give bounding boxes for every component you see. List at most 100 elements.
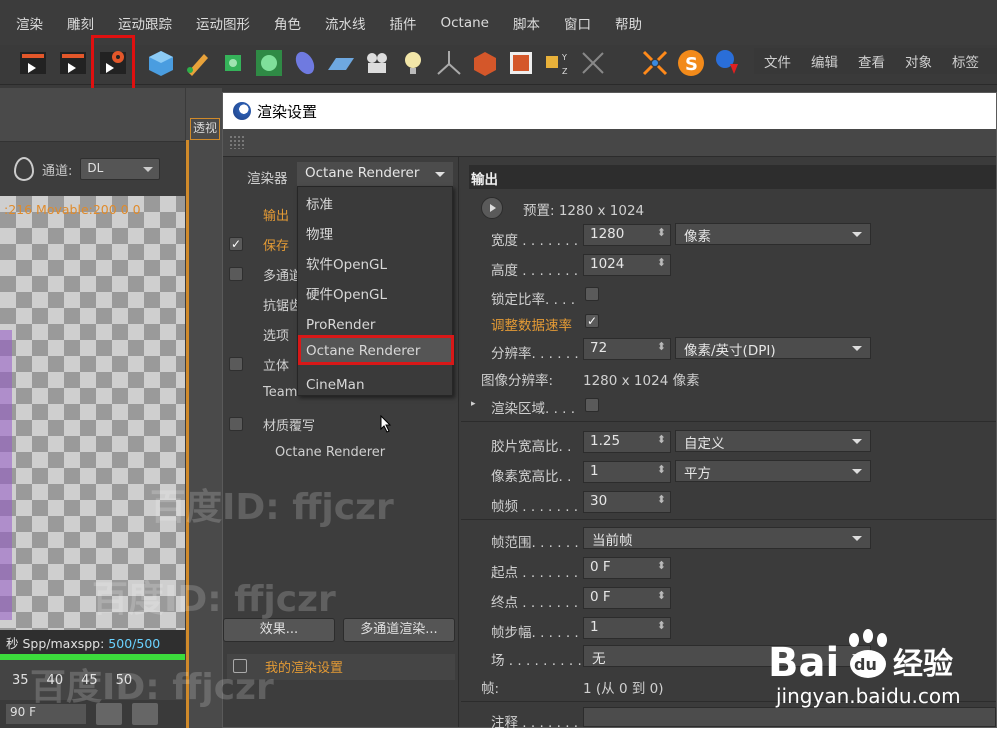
channel-select[interactable]: DL [80,158,161,180]
effects-button[interactable]: 效果... [223,618,335,642]
picture-icon[interactable] [506,48,536,78]
tree-item-octane-renderer[interactable]: Octane Renderer [223,439,457,469]
divider [461,701,996,702]
lock-ratio-checkbox[interactable] [585,287,599,301]
grip-icon[interactable] [229,135,245,149]
frame-step-field[interactable]: 1 [583,617,671,639]
option-physical[interactable]: 物理 [306,221,333,249]
fps-field[interactable]: 30 [583,491,671,513]
dialog-titlebar[interactable]: 渲染设置 [223,93,996,129]
settings-tree-panel: 渲染器 Octane Renderer 输出 ✓ 保存 多通道 抗锯齿 选项 立体… [223,157,459,727]
notes-field[interactable] [583,707,996,727]
checkbox[interactable] [229,267,243,281]
frame-range-label: 帧范围. . . . . . . [491,535,588,551]
render-settings-icon[interactable] [98,48,128,78]
menu-mograph[interactable]: 运动图形 [184,13,262,33]
menu-sculpt[interactable]: 雕刻 [55,13,106,33]
preset-play-icon[interactable] [481,197,503,219]
width-field[interactable]: 1280 [583,224,671,246]
menu-pipeline[interactable]: 流水线 [313,13,378,33]
end-frame-field[interactable]: 90 F [6,704,86,724]
end-field[interactable]: 0 F [583,587,671,609]
output-header: 输出 [469,165,996,189]
menu-edit[interactable]: 编辑 [801,51,848,71]
renderer-select[interactable]: Octane Renderer [297,162,453,186]
menu-character[interactable]: 角色 [262,13,313,33]
axis-icon[interactable]: YZ [542,48,572,78]
adjust-data-rate-checkbox[interactable]: ✓ [585,314,599,328]
marker-icon[interactable] [14,157,34,181]
menu-file[interactable]: 文件 [754,51,801,71]
octane-settings-icon[interactable]: S [676,48,706,78]
divider [461,519,996,520]
expand-arrow-icon[interactable]: ▸ [471,399,476,409]
mouse-cursor-icon [380,415,392,433]
film-aspect-select[interactable]: 自定义 [675,430,871,452]
octane-live-viewer-icon[interactable] [640,48,670,78]
pen-icon[interactable] [182,48,212,78]
field-select[interactable]: 无 [583,645,871,667]
menu-objects[interactable]: 对象 [895,51,942,71]
deformer-icon[interactable] [290,48,320,78]
menu-tags[interactable]: 标签 [942,51,989,71]
start-field[interactable]: 0 F [583,557,671,579]
live-viewer-canvas[interactable] [0,196,185,636]
unit-select[interactable]: 像素 [675,223,871,245]
option-hardware-opengl[interactable]: 硬件OpenGL [306,281,387,309]
resolution-unit-select[interactable]: 像素/英寸(DPI) [675,337,871,359]
start-label: 起点 . . . . . . . . . [491,565,596,581]
go-to-start-button[interactable] [96,703,122,725]
dialog-grip [223,129,996,157]
checkbox[interactable] [229,357,243,371]
menu-octane[interactable]: Octane [429,15,501,31]
render-view-icon[interactable] [18,48,48,78]
joint-icon[interactable] [434,48,464,78]
cinema4d-icon [233,102,251,120]
width-label: 宽度 . . . . . . . . . [491,233,596,249]
multipass-render-button[interactable]: 多通道渲染... [343,618,455,642]
option-software-opengl[interactable]: 软件OpenGL [306,251,387,279]
camera-icon[interactable] [362,48,392,78]
cube-icon[interactable] [146,48,176,78]
grid-snap-icon[interactable] [578,48,608,78]
menu-plugins[interactable]: 插件 [378,13,429,33]
image-resolution-value: 1280 x 1024 像素 [583,373,700,389]
light-icon[interactable] [398,48,428,78]
film-aspect-field[interactable]: 1.25 [583,431,671,453]
option-standard[interactable]: 标准 [306,191,333,219]
octane-material-icon[interactable] [712,48,742,78]
material-box-icon[interactable] [470,48,500,78]
checkbox-checked[interactable]: ✓ [229,237,243,251]
menu-view[interactable]: 查看 [848,51,895,71]
tree-item-material-override[interactable]: 材质覆写 [223,409,457,439]
menu-motion-tracking[interactable]: 运动跟踪 [106,13,184,33]
menu-window[interactable]: 窗口 [552,13,603,33]
adjust-data-rate-label: 调整数据速率 [491,318,572,334]
channel-label: 通道: [42,163,73,179]
option-prorender[interactable]: ProRender [306,311,375,339]
height-field[interactable]: 1024 [583,254,671,276]
menu-help[interactable]: 帮助 [603,13,654,33]
pixel-aspect-field[interactable]: 1 [583,461,671,483]
resolution-field[interactable]: 72 [583,338,671,360]
menu-script[interactable]: 脚本 [501,13,552,33]
option-octane-renderer[interactable]: Octane Renderer [306,337,420,365]
viewport-tab[interactable]: 透视 [190,118,220,140]
cloner-icon[interactable] [254,48,284,78]
subdivision-icon[interactable] [218,48,248,78]
render-region-checkbox[interactable] [585,398,599,412]
checkbox[interactable] [229,417,243,431]
pixel-aspect-select[interactable]: 平方 [675,460,871,482]
menu-render[interactable]: 渲染 [4,13,55,33]
my-render-setting[interactable]: 我的渲染设置 [227,654,455,680]
render-object-preview [0,330,12,620]
expand-icon[interactable] [233,659,247,673]
timeline-tick: 35 [12,672,29,688]
option-cineman[interactable]: CineMan [306,371,365,399]
render-region-label: 渲染区域. . . . [491,401,576,417]
render-picture-viewer-icon[interactable] [58,48,88,78]
viewer-info-text: :216 Movable:200 0 0 [4,202,141,217]
floor-icon[interactable] [326,48,356,78]
step-back-button[interactable] [132,703,158,725]
frame-range-select[interactable]: 当前帧 [583,527,871,549]
